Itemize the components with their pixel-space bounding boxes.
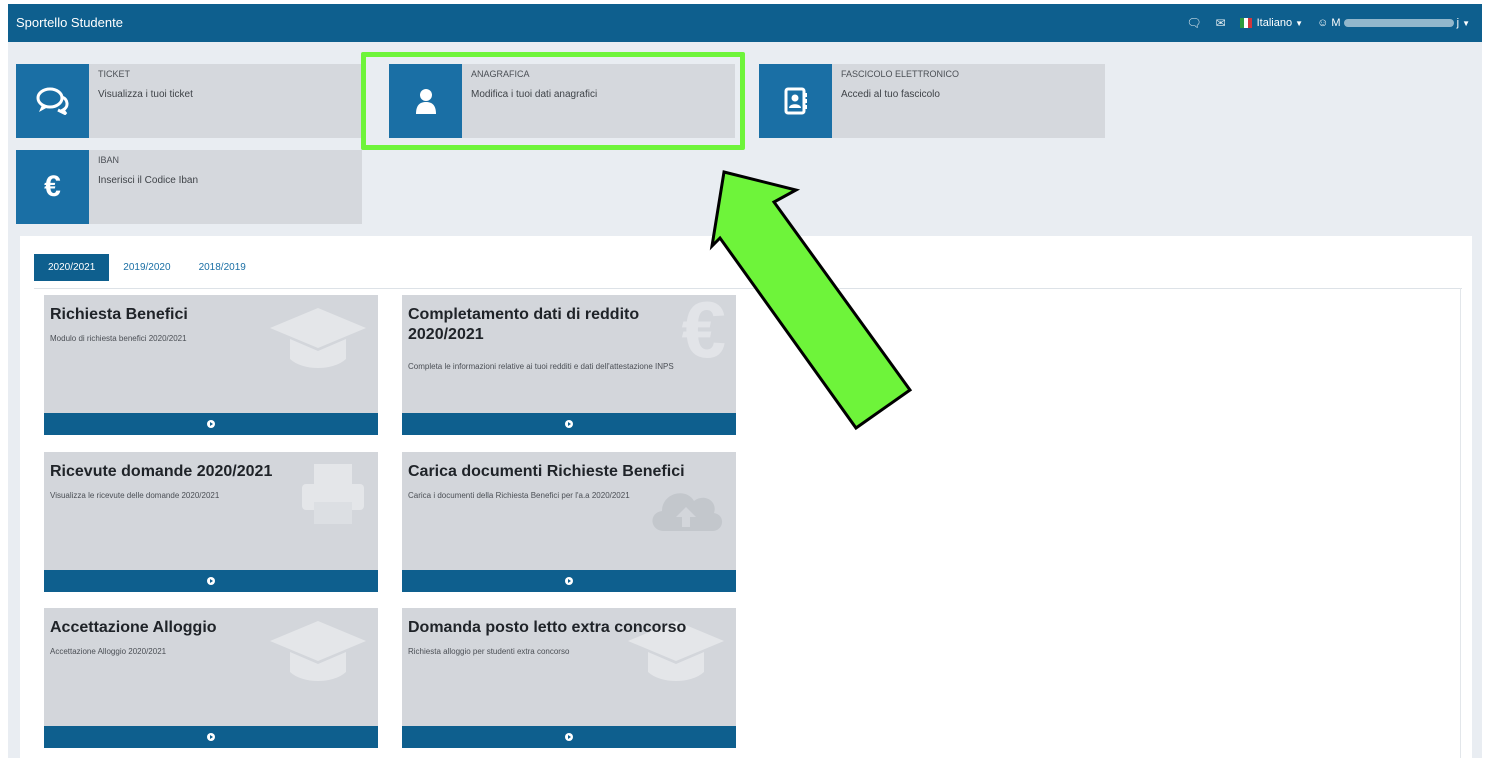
app-window: Sportello Studente 🗨 ✉ Italiano ▼ ☺ Mj ▼…: [8, 4, 1482, 758]
annotation-arrow: [709, 170, 913, 431]
